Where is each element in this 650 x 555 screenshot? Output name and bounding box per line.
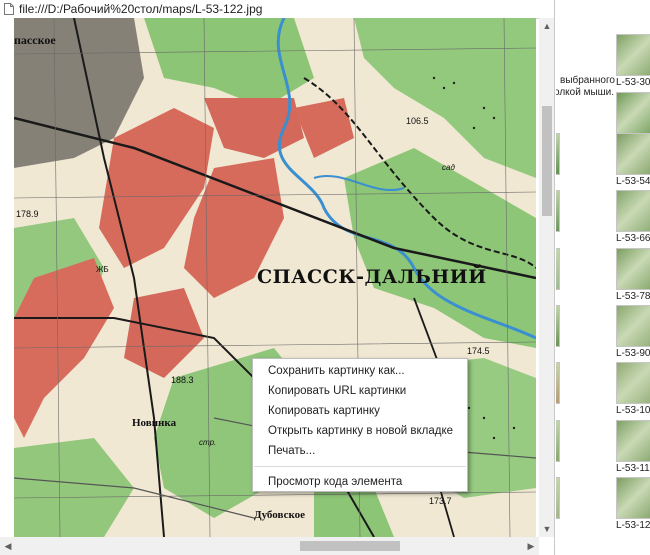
thumbnail-item[interactable]: L-53-66 bbox=[616, 190, 650, 246]
horizontal-scroll-thumb[interactable] bbox=[300, 541, 400, 551]
thumbnail-image[interactable] bbox=[556, 477, 560, 519]
thumbnail-label: L-53-113 bbox=[556, 462, 562, 475]
scroll-left-arrow-icon[interactable]: ◀ bbox=[0, 537, 16, 555]
thumbnail-image[interactable] bbox=[556, 133, 560, 175]
thumbnail-item[interactable]: L-53-77 bbox=[556, 248, 562, 304]
thumbnail-item[interactable]: L-53-126 bbox=[616, 477, 650, 533]
thumbnail-item[interactable]: L-53-102 bbox=[616, 362, 650, 418]
thumbnail-item[interactable]: L-53-101 bbox=[556, 362, 562, 418]
menu-item-open-image-new-tab[interactable]: Открыть картинку в новой вкладке bbox=[253, 421, 467, 441]
thumbnail-label: L-53-65 bbox=[556, 232, 562, 245]
menu-item-copy-image[interactable]: Копировать картинку bbox=[253, 401, 467, 421]
horizontal-scrollbar[interactable]: ◀ ▶ bbox=[0, 537, 539, 555]
browser-window: file:///D:/Рабочий%20стол/maps/L-53-122.… bbox=[0, 0, 555, 555]
thumbnail-item[interactable]: L-53-30 bbox=[616, 34, 650, 90]
thumbnail-item[interactable]: L-53-54 bbox=[616, 133, 650, 189]
thumbnail-image[interactable] bbox=[556, 305, 560, 347]
scroll-right-arrow-icon[interactable]: ▶ bbox=[523, 537, 539, 555]
thumbnail-image[interactable] bbox=[616, 133, 650, 175]
thumbnail-item[interactable]: L-53-113 bbox=[556, 420, 562, 476]
thumbnail-image[interactable] bbox=[616, 420, 650, 462]
vertical-scrollbar[interactable]: ▲ ▼ bbox=[539, 18, 554, 537]
thumbnail-item[interactable]: L-53-114 bbox=[616, 420, 650, 476]
thumbnail-label: L-53-90 bbox=[616, 348, 650, 359]
map-label-town: пасское bbox=[14, 33, 56, 47]
thumbnail-label: L-53-78 bbox=[616, 291, 650, 302]
menu-separator bbox=[254, 466, 466, 467]
thumbnail-image[interactable] bbox=[556, 248, 560, 290]
map-label-elevation: 188.3 bbox=[171, 375, 194, 385]
thumbnail-label: L-53-66 bbox=[616, 233, 650, 244]
thumbnail-item[interactable]: L-53-89 bbox=[556, 305, 562, 361]
thumbnail-label: L-53-101 bbox=[556, 404, 562, 417]
thumbnail-label: L-53-125 bbox=[556, 519, 562, 532]
thumbnail-label: L-53-102 bbox=[616, 405, 650, 416]
map-label-town: Новинка bbox=[132, 417, 177, 429]
map-label-code: ЖБ bbox=[96, 265, 109, 274]
thumbnail-panel: выбранного олкой мыши. L-53-30L-53-42L-5… bbox=[556, 0, 650, 555]
address-bar[interactable]: file:///D:/Рабочий%20стол/maps/L-53-122.… bbox=[0, 0, 554, 19]
thumbnail-label: L-53-30 bbox=[616, 77, 650, 88]
menu-item-inspect-element[interactable]: Просмотр кода элемента bbox=[253, 472, 467, 492]
thumbnail-label: L-53-114 bbox=[616, 463, 650, 474]
map-label-town: Дубовское bbox=[254, 509, 306, 521]
thumbnail-label: L-53-77 bbox=[556, 290, 562, 303]
address-url[interactable]: file:///D:/Рабочий%20стол/maps/L-53-122.… bbox=[19, 2, 262, 16]
map-label-code: сад bbox=[442, 163, 455, 172]
menu-item-copy-image-url[interactable]: Копировать URL картинки bbox=[253, 381, 467, 401]
thumbnail-item[interactable]: L-53-90 bbox=[616, 305, 650, 361]
map-label-city: СПАССК-ДАЛЬНИЙ bbox=[257, 266, 487, 288]
map-label-code: стр. bbox=[199, 438, 217, 447]
map-label-elevation: 178.9 bbox=[16, 209, 39, 219]
document-icon bbox=[4, 3, 14, 15]
thumbnail-image[interactable] bbox=[556, 190, 560, 232]
menu-item-save-image[interactable]: Сохранить картинку как... bbox=[253, 361, 467, 381]
thumbnail-image[interactable] bbox=[616, 92, 650, 134]
thumbnail-image[interactable] bbox=[556, 420, 560, 462]
context-menu: Сохранить картинку как... Копировать URL… bbox=[252, 358, 468, 492]
thumbnail-image[interactable] bbox=[616, 248, 650, 290]
scroll-up-arrow-icon[interactable]: ▲ bbox=[539, 18, 554, 34]
map-label-elevation: 106.5 bbox=[406, 116, 429, 126]
thumbnail-image[interactable] bbox=[616, 190, 650, 232]
menu-item-print[interactable]: Печать... bbox=[253, 441, 467, 461]
thumbnail-item[interactable]: L-53-65 bbox=[556, 190, 562, 246]
thumbnail-image[interactable] bbox=[556, 362, 560, 404]
thumbnail-item[interactable]: L-53-53 bbox=[556, 133, 562, 189]
scroll-down-arrow-icon[interactable]: ▼ bbox=[539, 521, 554, 537]
vertical-scroll-thumb[interactable] bbox=[542, 106, 552, 216]
thumbnail-label: L-53-126 bbox=[616, 520, 650, 531]
thumbnail-label: L-53-53 bbox=[556, 175, 562, 188]
map-label-elevation: 174.5 bbox=[467, 346, 490, 356]
thumbnail-image[interactable] bbox=[616, 477, 650, 519]
thumbnail-image[interactable] bbox=[616, 362, 650, 404]
thumbnail-item[interactable]: L-53-125 bbox=[556, 477, 562, 533]
thumbnail-label: L-53-54 bbox=[616, 176, 650, 187]
thumbnail-label: L-53-89 bbox=[556, 347, 562, 360]
left-margin bbox=[0, 18, 14, 537]
thumbnail-item[interactable]: L-53-78 bbox=[616, 248, 650, 304]
map-label-elevation: 173.7 bbox=[429, 496, 452, 506]
thumbnail-image[interactable] bbox=[616, 34, 650, 76]
thumbnail-image[interactable] bbox=[616, 305, 650, 347]
